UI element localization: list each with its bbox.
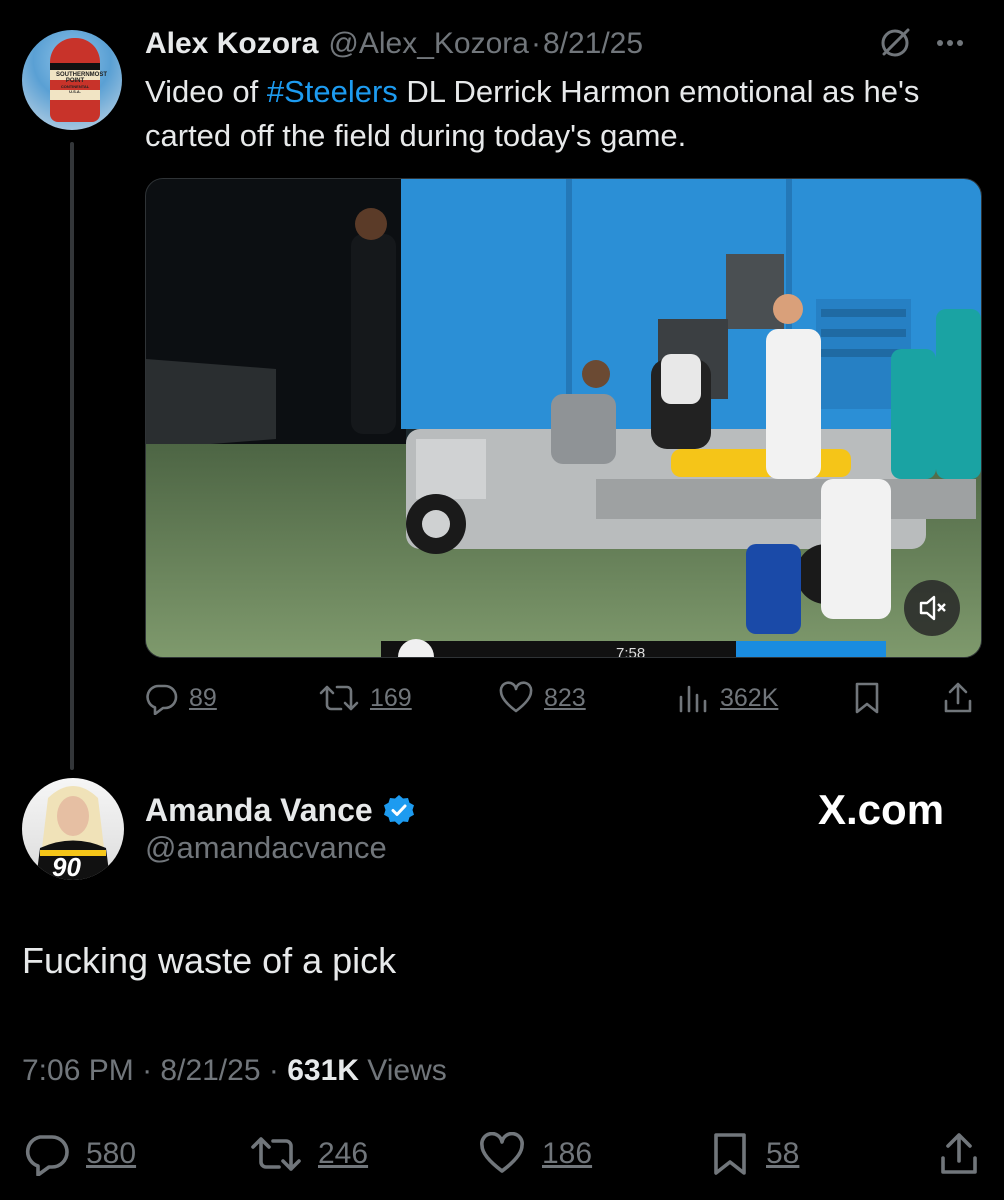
- reply-time[interactable]: 7:06 PM: [22, 1054, 134, 1087]
- thread-connector-line: [70, 142, 74, 770]
- author-handle[interactable]: @Alex_Kozora: [328, 27, 529, 61]
- views-chart-icon: [679, 685, 707, 713]
- reply-text: Fucking waste of a pick: [22, 940, 397, 981]
- avatar-jersey-number: 90: [52, 852, 81, 880]
- reply-bookmark-button[interactable]: 58: [710, 1130, 799, 1178]
- like-button[interactable]: 823: [498, 678, 586, 718]
- reply-count: 89: [189, 683, 217, 712]
- video-player[interactable]: 7:58: [145, 178, 982, 658]
- reply-author-avatar[interactable]: 90: [22, 778, 124, 880]
- mute-button[interactable]: [904, 580, 960, 636]
- repost-button[interactable]: 169: [318, 678, 412, 718]
- grok-icon[interactable]: [878, 26, 912, 60]
- share-icon: [941, 1133, 977, 1174]
- bookmark-icon: [855, 682, 879, 714]
- author-avatar[interactable]: SOUTHERNMOST POINT CONTINENTAL U.S.A.: [22, 30, 122, 130]
- tweet-header: Alex Kozora @Alex_Kozora · 8/21/25: [145, 24, 643, 64]
- separator: ·: [268, 1054, 279, 1087]
- reply-views-count: 631K: [287, 1054, 359, 1087]
- bookmark-button[interactable]: [852, 678, 882, 718]
- verified-badge-icon: [383, 795, 414, 825]
- repost-icon: [319, 685, 359, 711]
- tweet-date[interactable]: 8/21/25: [543, 27, 643, 61]
- reply-views-label: Views: [367, 1054, 447, 1087]
- heart-icon: [499, 681, 533, 713]
- views-button[interactable]: 362K: [676, 678, 778, 718]
- separator: ·: [142, 1054, 153, 1087]
- views-count: 362K: [720, 683, 779, 712]
- tweet-actions: 89 169 823 362K: [0, 678, 1004, 718]
- reply-author-header: Amanda Vance: [145, 788, 415, 832]
- share-button[interactable]: [942, 678, 974, 718]
- tweet-text: Video of #Steelers DL Derrick Harmon emo…: [145, 70, 975, 158]
- reply-author-handle[interactable]: @amandacvance: [145, 830, 387, 866]
- reply-button[interactable]: 89: [145, 678, 217, 718]
- tweet-text-prefix: Video of: [145, 74, 267, 109]
- reply-repost-button[interactable]: 246: [250, 1130, 368, 1178]
- reply-icon: [25, 1135, 69, 1176]
- heart-icon: [480, 1132, 524, 1173]
- repost-icon: [251, 1137, 301, 1171]
- x-com-watermark: X.com: [818, 786, 945, 833]
- share-icon: [944, 682, 972, 713]
- reply-icon: [146, 684, 178, 715]
- scoreboard-clock: 7:58: [616, 645, 645, 658]
- buoy-text-line: CONTINENTAL U.S.A.: [60, 84, 90, 94]
- reply-bookmark-count: 58: [766, 1137, 800, 1170]
- buoy-label: SOUTHERNMOST POINT CONTINENTAL U.S.A.: [56, 72, 107, 94]
- avatar-photo: 90: [36, 786, 110, 880]
- video-frame: 7:58: [146, 179, 981, 658]
- volume-muted-icon: [919, 595, 946, 621]
- reply-like-count: 186: [542, 1137, 593, 1170]
- reply-share-button[interactable]: [938, 1130, 980, 1178]
- author-name[interactable]: Alex Kozora: [145, 27, 318, 61]
- more-options-icon[interactable]: [930, 26, 970, 60]
- bookmark-icon: [714, 1133, 746, 1175]
- southernmost-point-buoy: SOUTHERNMOST POINT CONTINENTAL U.S.A.: [50, 38, 107, 122]
- repost-count: 169: [370, 683, 412, 712]
- like-count: 823: [544, 683, 586, 712]
- separator: ·: [530, 27, 541, 60]
- reply-reply-button[interactable]: 580: [22, 1130, 136, 1178]
- reply-like-button[interactable]: 186: [478, 1130, 592, 1178]
- reply-date[interactable]: 8/21/25: [160, 1054, 260, 1087]
- reply-author-name[interactable]: Amanda Vance: [145, 792, 373, 829]
- reply-reply-count: 580: [86, 1137, 137, 1170]
- reply-metadata: 7:06 PM · 8/21/25 · 631K Views: [22, 1054, 447, 1088]
- hashtag-link[interactable]: #Steelers: [267, 74, 398, 109]
- reply-repost-count: 246: [318, 1137, 369, 1170]
